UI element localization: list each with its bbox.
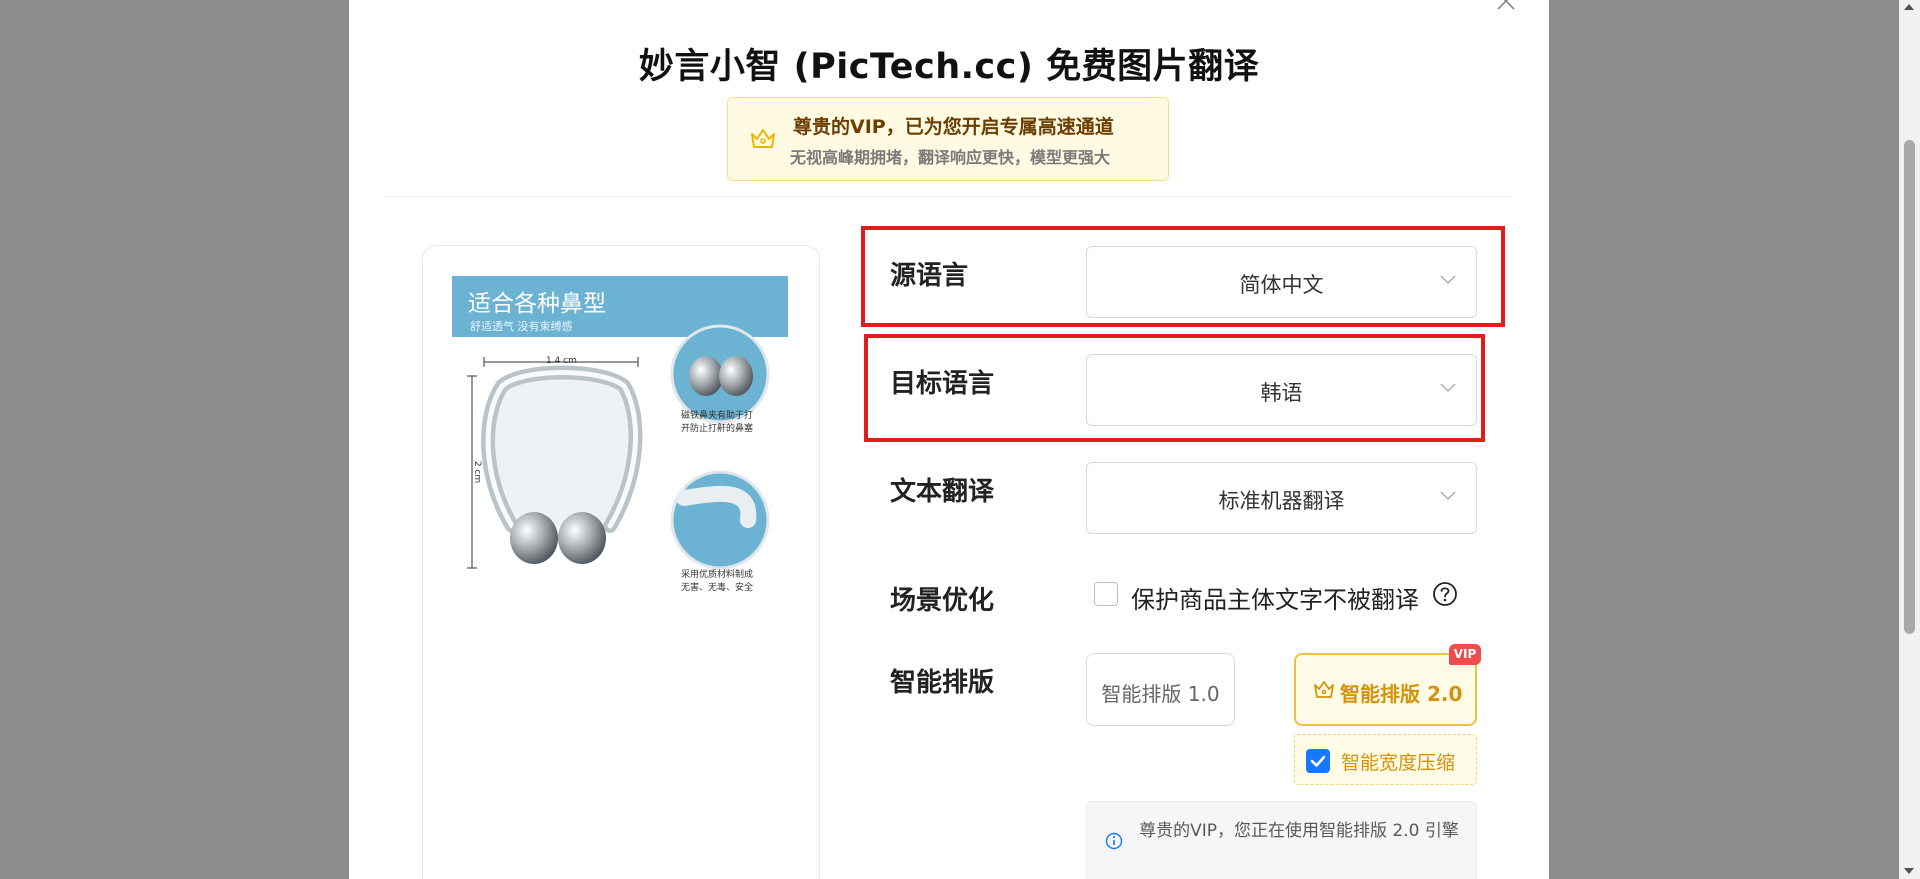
- help-icon[interactable]: [1432, 581, 1458, 607]
- protect-text-label[interactable]: 保护商品主体文字不被翻译: [1131, 580, 1419, 615]
- product-illustration: [467, 324, 770, 570]
- close-icon[interactable]: [1495, 0, 1517, 12]
- scroll-down-arrow-icon[interactable]: [1904, 868, 1914, 874]
- text-translation-select[interactable]: 标准机器翻译: [1086, 462, 1477, 534]
- width-compress-checkbox[interactable]: [1306, 749, 1330, 773]
- caption-1-line-2: 开防止打鼾的鼻塞: [681, 424, 754, 434]
- vip-banner: 尊贵的VIP，已为您开启专属高速通道 无视高峰期拥堵，翻译响应更快，模型更强大: [727, 97, 1169, 181]
- translation-modal: 妙言小智 (PicTech.cc) 免费图片翻译 尊贵的VIP，已为您开启专属高…: [349, 0, 1549, 879]
- width-compress-label: 智能宽度压缩: [1341, 752, 1456, 774]
- crown-icon: [751, 129, 775, 148]
- source-language-highlight: [861, 226, 1505, 327]
- smart-layout-v1-text: 智能排版 1.0: [1101, 682, 1220, 706]
- checkmark-icon: [1310, 755, 1326, 767]
- scrollbar-thumb[interactable]: [1904, 140, 1915, 634]
- info-icon: [1105, 832, 1123, 850]
- protect-text-checkbox[interactable]: [1094, 582, 1118, 606]
- smart-layout-v2-text: 智能排版 2.0: [1340, 682, 1463, 706]
- caption-1-line-1: 磁铁鼻夹有助于打: [681, 411, 754, 421]
- chevron-down-icon: [1440, 491, 1456, 501]
- product-caption-1: 磁铁鼻夹有助于打 开防止打鼾的鼻塞: [681, 410, 753, 436]
- modal-title: 妙言小智 (PicTech.cc) 免费图片翻译: [638, 47, 1260, 87]
- crown-icon: [1314, 681, 1334, 698]
- product-caption-2: 采用优质材料制成 无害、无毒、安全: [681, 569, 753, 595]
- vip-banner-subtitle: 无视高峰期拥堵，翻译响应更快，模型更强大: [790, 148, 1111, 167]
- text-translation-value: 标准机器翻译: [1218, 489, 1345, 513]
- caption-2-line-1: 采用优质材料制成: [681, 570, 754, 580]
- text-translation-label: 文本翻译: [890, 477, 995, 507]
- scene-optimization-label: 场景优化: [890, 586, 995, 616]
- header-divider: [385, 196, 1513, 197]
- product-image: 适合各种鼻型 舒适透气 没有束缚感 1.4 cm 2 cm 磁铁鼻夹有助于打 开…: [452, 276, 788, 612]
- height-dimension-label: 2 cm: [472, 460, 483, 484]
- scroll-up-arrow-icon[interactable]: [1904, 4, 1914, 10]
- width-compress-option[interactable]: 智能宽度压缩: [1294, 734, 1477, 785]
- caption-2-line-2: 无害、无毒、安全: [681, 583, 754, 593]
- engine-info-text: 尊贵的VIP，您正在使用智能排版 2.0 引擎: [1139, 821, 1459, 841]
- smart-layout-v1-button[interactable]: 智能排版 1.0: [1086, 653, 1235, 726]
- engine-info-notice: 尊贵的VIP，您正在使用智能排版 2.0 引擎: [1086, 801, 1477, 879]
- width-dimension-label: 1.4 cm: [546, 356, 577, 366]
- target-language-highlight: [864, 334, 1485, 442]
- vip-banner-title: 尊贵的VIP，已为您开启专属高速通道: [793, 116, 1114, 138]
- vip-tag-badge: VIP: [1449, 644, 1481, 665]
- smart-layout-label: 智能排版: [890, 668, 995, 698]
